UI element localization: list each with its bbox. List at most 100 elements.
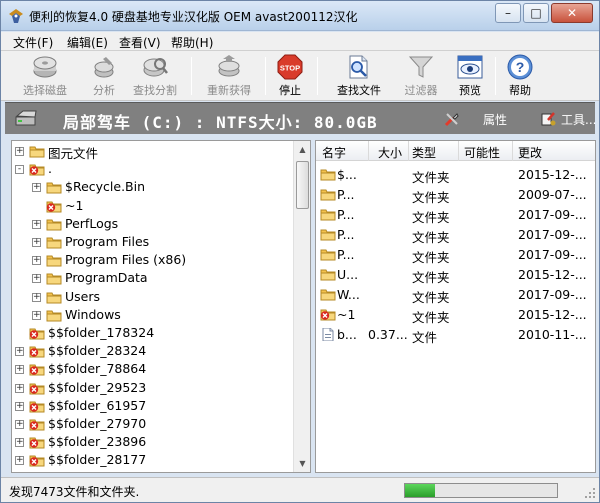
folder-icon: [46, 292, 62, 304]
cell-type: 文件夹: [412, 290, 450, 305]
deleted-folder-icon: [29, 328, 45, 340]
recover-icon: [218, 55, 240, 77]
file-icon: [322, 328, 334, 341]
preview-button[interactable]: 预览: [453, 53, 487, 99]
stop-button[interactable]: STOP 停止: [273, 53, 307, 99]
minimize-button[interactable]: –: [495, 3, 521, 23]
close-button[interactable]: ✕: [551, 3, 593, 23]
expand-icon[interactable]: +: [15, 438, 24, 448]
column-divider[interactable]: [458, 141, 459, 161]
scroll-down-icon[interactable]: ▼: [294, 455, 310, 472]
folder-tree[interactable]: + $$folder_28177 + $$folder_23896 + $$folder_…: [11, 140, 311, 473]
find-partition-button[interactable]: 查找分割: [125, 53, 185, 99]
menu-file[interactable]: 文件(F): [13, 34, 53, 51]
close-icon: ✕: [566, 6, 578, 20]
folder-icon: [46, 182, 62, 194]
filter-label: 过滤器: [404, 84, 438, 97]
column-size[interactable]: 大小: [378, 144, 402, 161]
hard-drive-icon: [15, 110, 37, 126]
expand-icon[interactable]: +: [15, 383, 24, 393]
filter-button[interactable]: 过滤器: [399, 53, 443, 99]
list-row[interactable]: b... 0.37... 文件 2010-11-...: [316, 325, 595, 345]
menu-help[interactable]: 帮助(H): [171, 34, 213, 51]
expand-icon[interactable]: +: [15, 456, 24, 466]
select-disk-button[interactable]: 选择磁盘: [15, 53, 75, 99]
list-header: 名字 大小 类型 可能性 更改: [316, 141, 595, 161]
folder-icon: [320, 269, 336, 281]
scan-progress-bar: [404, 483, 558, 498]
list-row[interactable]: $... 文件夹 2015-12-...: [316, 165, 595, 185]
cell-type: 文件: [412, 330, 438, 345]
expand-icon[interactable]: +: [32, 274, 41, 284]
drive-info-text: 局部驾车 (C:) : NTFS大小: 80.0GB: [63, 113, 378, 132]
collapse-icon[interactable]: -: [15, 165, 24, 175]
column-name[interactable]: 名字: [322, 144, 346, 161]
cell-type: 文件夹: [412, 310, 450, 325]
tree-scrollbar[interactable]: ▲ ▼: [293, 141, 310, 472]
analyze-button[interactable]: 分析: [87, 53, 121, 99]
resize-grip-icon[interactable]: [584, 487, 596, 499]
column-type[interactable]: 类型: [412, 144, 436, 161]
file-list[interactable]: 名字 大小 类型 可能性 更改 $... 文件夹 2015-12-... P... 文件…: [315, 140, 596, 473]
expand-icon[interactable]: +: [32, 238, 41, 247]
expand-icon[interactable]: +: [15, 401, 24, 411]
scroll-up-icon[interactable]: ▲: [294, 141, 310, 158]
column-divider[interactable]: [408, 141, 409, 161]
expand-icon[interactable]: +: [15, 347, 24, 357]
tree-item-label: ~1: [65, 197, 84, 213]
folder-icon: [320, 169, 336, 181]
status-bar: 发现7473文件和文件夹.: [1, 477, 599, 502]
tree-item-label: Program Files (x86): [65, 252, 187, 268]
maximize-icon: □: [530, 6, 542, 20]
maximize-button[interactable]: □: [523, 3, 549, 23]
tree-item-label: $$folder_178324: [48, 325, 155, 340]
toolbar-separator: [265, 57, 266, 95]
find-partition-label: 查找分割: [133, 84, 177, 97]
tools-menu-button[interactable]: 工具...: [561, 111, 596, 128]
expand-icon[interactable]: +: [32, 292, 41, 302]
tree-item-label: PerfLogs: [65, 215, 119, 231]
deleted-folder-icon: [29, 455, 45, 467]
cell-name: P...: [337, 247, 355, 262]
list-row[interactable]: W... 文件夹 2017-09-...: [316, 285, 595, 305]
folder-icon: [46, 219, 62, 231]
column-probability[interactable]: 可能性: [464, 144, 500, 161]
expand-icon[interactable]: +: [15, 147, 24, 156]
help-icon: ?: [507, 54, 533, 80]
expand-icon[interactable]: +: [32, 183, 41, 193]
column-divider[interactable]: [368, 141, 369, 161]
column-modified[interactable]: 更改: [518, 144, 542, 161]
tree-item-label: $$folder_29523: [48, 379, 147, 395]
title-bar[interactable]: 便利的恢复4.0 硬盘基地专业汉化版 OEM avast200112汉化 – □…: [1, 1, 599, 31]
deleted-folder-icon: [29, 383, 45, 395]
list-row[interactable]: P... 文件夹 2017-09-...: [316, 245, 595, 265]
expand-icon[interactable]: +: [32, 256, 41, 266]
list-row[interactable]: P... 文件夹 2017-09-...: [316, 225, 595, 245]
window-title: 便利的恢复4.0 硬盘基地专业汉化版 OEM avast200112汉化: [29, 10, 358, 24]
analyze-icon: [94, 57, 114, 78]
expand-icon[interactable]: +: [15, 420, 24, 429]
list-row[interactable]: P... 文件夹 2017-09-...: [316, 205, 595, 225]
recover-label: 重新获得: [207, 84, 251, 97]
menu-edit[interactable]: 编辑(E): [67, 34, 108, 51]
menu-view[interactable]: 查看(V): [119, 34, 161, 51]
properties-button[interactable]: 属性: [483, 111, 507, 128]
find-file-button[interactable]: 查找文件: [328, 53, 390, 99]
tree-item-label: $$folder_61957: [48, 397, 147, 413]
list-row[interactable]: ~1 文件夹 2015-12-...: [316, 305, 595, 325]
column-divider[interactable]: [512, 141, 513, 161]
expand-icon[interactable]: +: [32, 310, 41, 320]
expand-icon[interactable]: +: [32, 219, 41, 229]
filter-icon: [408, 56, 434, 78]
list-row[interactable]: P... 文件夹 2009-07-...: [316, 185, 595, 205]
help-button[interactable]: ? 帮助: [503, 53, 537, 99]
cell-size: 0.37...: [368, 327, 408, 342]
list-row[interactable]: U... 文件夹 2015-12-...: [316, 265, 595, 285]
recover-button[interactable]: 重新获得: [199, 53, 259, 99]
deleted-folder-icon: [29, 419, 45, 431]
cell-modified: 2017-09-...: [518, 227, 587, 242]
expand-icon[interactable]: +: [15, 365, 24, 375]
properties-icon[interactable]: [444, 111, 460, 127]
scroll-thumb[interactable]: [296, 161, 309, 209]
tools-icon[interactable]: [540, 111, 556, 127]
